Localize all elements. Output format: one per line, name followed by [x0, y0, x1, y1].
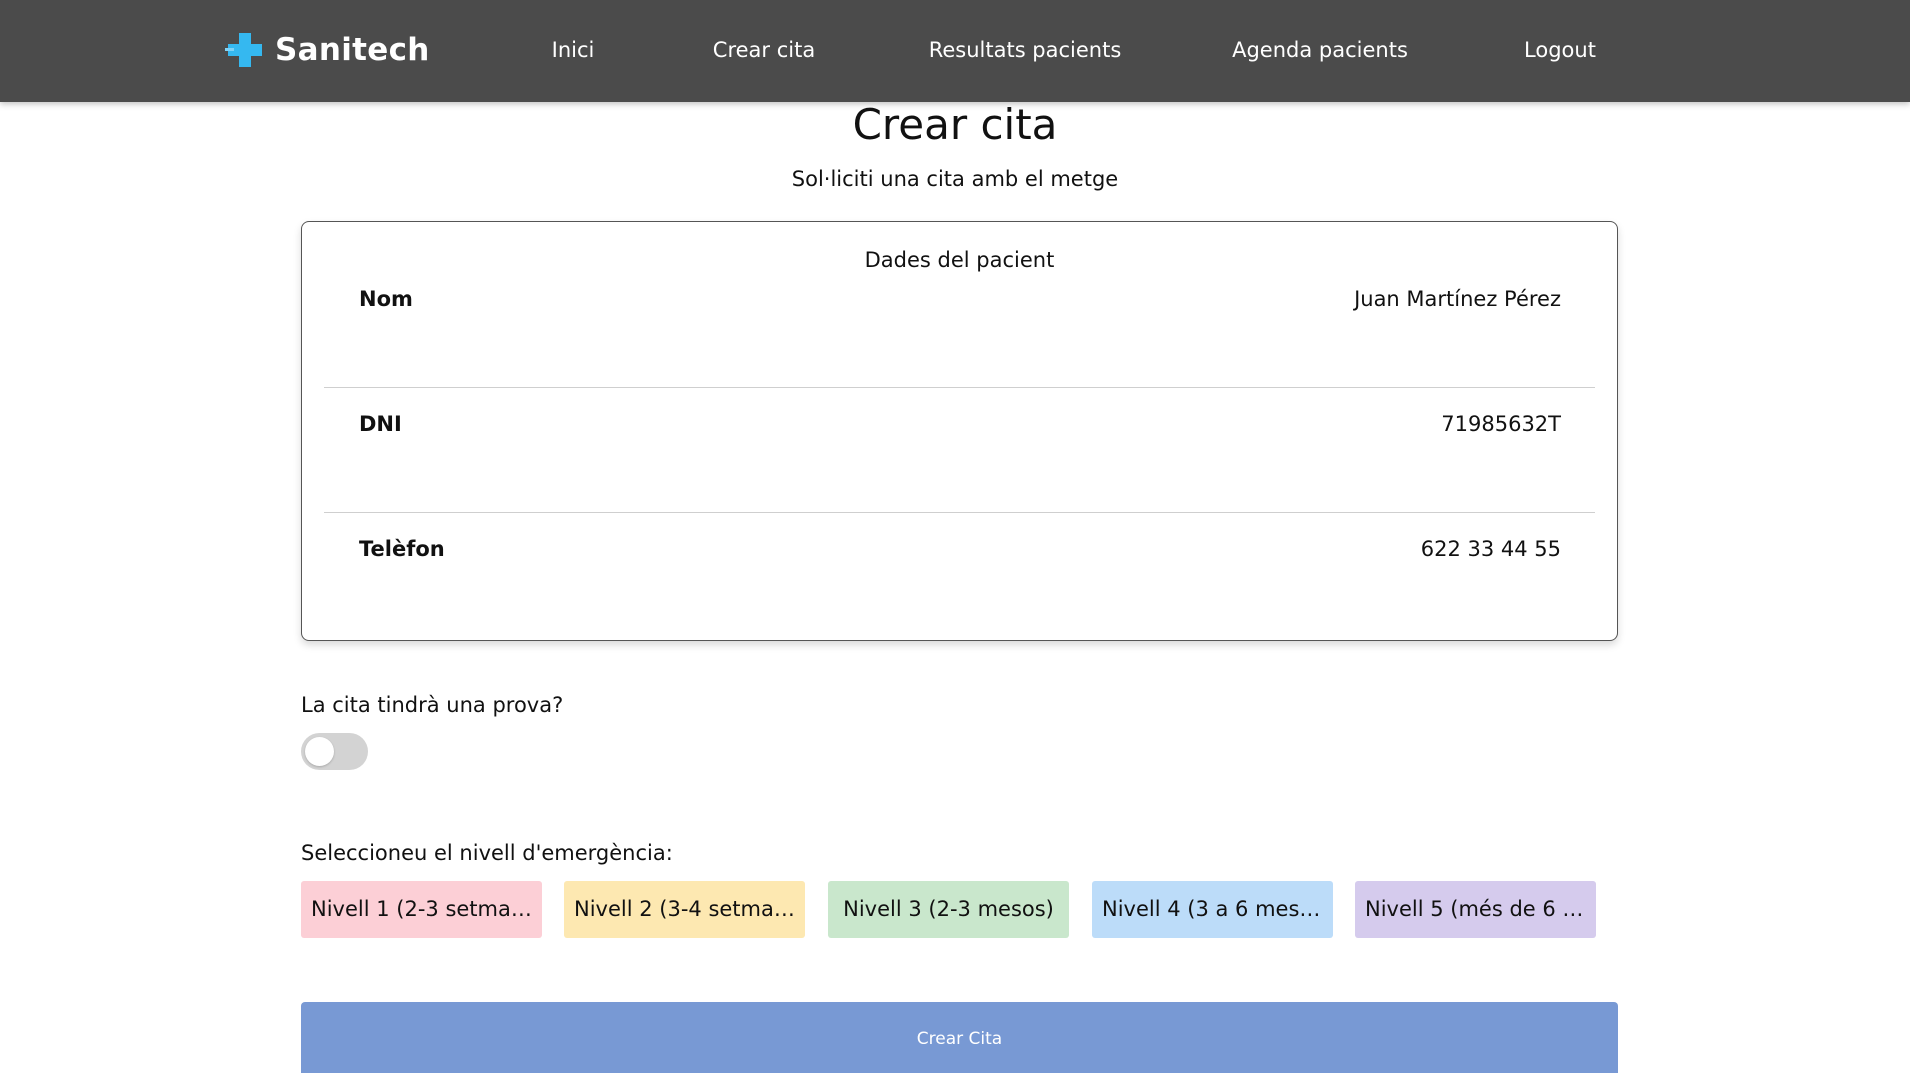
test-question-label: La cita tindrà una prova?: [301, 693, 564, 717]
page-title: Crear cita: [852, 100, 1058, 149]
patient-name-value: Juan Martínez Pérez: [1354, 287, 1561, 311]
create-appointment-button[interactable]: Crear Cita: [301, 1002, 1618, 1073]
row-divider: [324, 512, 1595, 513]
page-subtitle: Sol·liciti una cita amb el metge: [791, 167, 1119, 191]
row-divider: [324, 387, 1595, 388]
emergency-level-label: Seleccioneu el nivell d'emergència:: [301, 841, 673, 865]
patient-phone-label: Telèfon: [359, 537, 445, 561]
emergency-level-1-button[interactable]: Nivell 1 (2-3 setman...: [301, 881, 542, 938]
patient-data-card: Dades del pacient Nom Juan Martínez Pére…: [301, 221, 1618, 641]
patient-name-label: Nom: [359, 287, 413, 311]
emergency-level-5-button[interactable]: Nivell 5 (més de 6 m...: [1355, 881, 1596, 938]
toggle-knob: [305, 737, 334, 766]
patient-dni-label: DNI: [359, 412, 402, 436]
emergency-level-2-button[interactable]: Nivell 2 (3-4 setman...: [564, 881, 805, 938]
patient-dni-value: 71985632T: [1441, 412, 1561, 436]
test-toggle[interactable]: [301, 733, 368, 770]
nav-logout[interactable]: Logout: [1524, 38, 1596, 62]
emergency-level-3-button[interactable]: Nivell 3 (2-3 mesos): [828, 881, 1069, 938]
brand-logo[interactable]: Sanitech: [225, 30, 430, 70]
patient-phone-value: 622 33 44 55: [1420, 537, 1561, 561]
brand-name: Sanitech: [275, 32, 430, 68]
nav-inici[interactable]: Inici: [552, 38, 595, 62]
nav-agenda-pacients[interactable]: Agenda pacients: [1232, 38, 1408, 62]
top-navbar: Sanitech Inici Crear cita Resultats paci…: [0, 0, 1910, 102]
emergency-level-4-button[interactable]: Nivell 4 (3 a 6 mesos): [1092, 881, 1333, 938]
nav-crear-cita[interactable]: Crear cita: [713, 38, 815, 62]
medical-cross-icon: [225, 33, 262, 67]
card-title: Dades del pacient: [864, 248, 1055, 272]
nav-resultats-pacients[interactable]: Resultats pacients: [929, 38, 1122, 62]
